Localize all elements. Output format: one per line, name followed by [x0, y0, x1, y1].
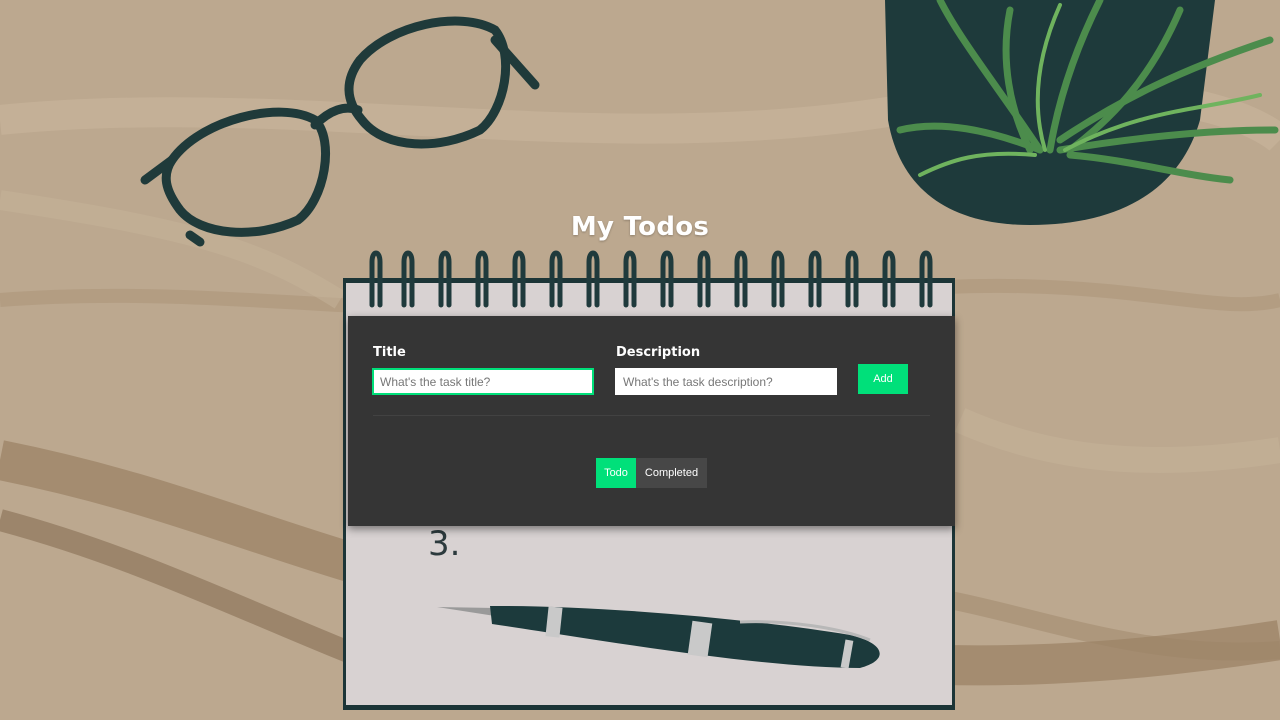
description-input[interactable] — [615, 368, 837, 395]
title-input[interactable] — [372, 368, 594, 395]
tab-todo[interactable]: Todo — [596, 458, 636, 488]
todo-card: Title Description Add Todo Completed — [348, 316, 955, 526]
page-title: My Todos — [570, 212, 710, 242]
tab-completed[interactable]: Completed — [636, 458, 707, 488]
add-button[interactable]: Add — [858, 364, 908, 394]
description-label: Description — [616, 345, 701, 360]
divider — [373, 415, 930, 416]
title-label: Title — [373, 345, 406, 360]
notebook-handwriting: 3. — [428, 524, 461, 564]
